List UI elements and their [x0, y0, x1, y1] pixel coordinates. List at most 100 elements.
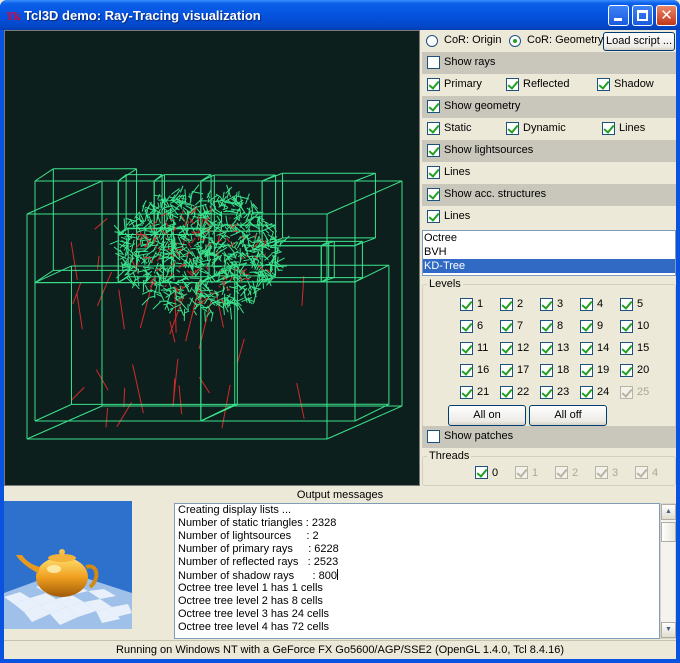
geometry-lines-checkbox[interactable] [602, 122, 615, 135]
level-19-checkbox[interactable] [580, 364, 593, 377]
level-7-checkbox[interactable] [500, 320, 513, 333]
static-geometry-checkbox[interactable] [427, 122, 440, 135]
client-area: CoR: Origin CoR: Geometry Load script ..… [4, 30, 676, 659]
teapot-preview-image [4, 501, 132, 629]
dynamic-geometry-checkbox[interactable] [506, 122, 519, 135]
level-5-checkbox[interactable] [620, 298, 633, 311]
shadow-rays-checkbox[interactable] [597, 78, 610, 91]
show-geometry-label: Show geometry [444, 100, 521, 112]
teapot-preview-graphic [4, 501, 132, 629]
level-3-label: 3 [557, 298, 564, 310]
level-9-label: 9 [597, 320, 604, 332]
level-3-checkbox[interactable] [540, 298, 553, 311]
level-22-checkbox[interactable] [500, 386, 513, 399]
level-24-label: 24 [597, 386, 610, 398]
scroll-down-arrow-icon: ▼ [665, 626, 672, 633]
thread-3-label: 3 [612, 467, 619, 479]
title-bar[interactable]: Tk Tcl3D demo: Ray-Tracing visualization… [0, 0, 680, 30]
cor-origin-label: CoR: Origin [444, 34, 502, 46]
output-line-text: Number of reflected rays : 2523 [178, 556, 339, 568]
reflected-rays-label: Reflected [523, 78, 570, 90]
status-bar: Running on Windows NT with a GeForce FX … [4, 640, 676, 659]
list-item-octree[interactable]: Octree [423, 231, 675, 245]
show-lightsources-checkbox[interactable] [427, 144, 440, 157]
static-geometry-label: Static [444, 122, 472, 134]
level-10-checkbox[interactable] [620, 320, 633, 333]
show-patches-row: Show patches [422, 426, 676, 448]
all-off-button[interactable]: All off [529, 405, 607, 426]
level-13-checkbox[interactable] [540, 342, 553, 355]
app-window: Tk Tcl3D demo: Ray-Tracing visualization… [0, 0, 680, 663]
level-10-label: 10 [637, 320, 650, 332]
maximize-button[interactable] [632, 5, 653, 26]
acc-lines-label: Lines [444, 210, 471, 222]
acc-structure-listbox[interactable]: Octree BVH KD-Tree [422, 230, 676, 276]
show-geometry-row: Show geometry [422, 96, 676, 118]
output-line: Octree tree level 1 has 1 cells [175, 582, 659, 595]
level-23-checkbox[interactable] [540, 386, 553, 399]
level-1-checkbox[interactable] [460, 298, 473, 311]
show-rays-checkbox[interactable] [427, 56, 440, 69]
level-15-checkbox[interactable] [620, 342, 633, 355]
level-16-checkbox[interactable] [460, 364, 473, 377]
scroll-up-button[interactable]: ▲ [661, 504, 676, 520]
level-14-checkbox[interactable] [580, 342, 593, 355]
cor-geometry-label: CoR: Geometry [527, 34, 604, 46]
level-21-checkbox[interactable] [460, 386, 473, 399]
level-12-checkbox[interactable] [500, 342, 513, 355]
show-patches-checkbox[interactable] [427, 430, 440, 443]
output-line: Creating display lists ... [175, 504, 659, 517]
level-17-checkbox[interactable] [500, 364, 513, 377]
thread-0-checkbox[interactable] [475, 466, 488, 479]
level-11-checkbox[interactable] [460, 342, 473, 355]
output-line-text: Octree tree level 4 has 72 cells [178, 621, 330, 633]
level-6-checkbox[interactable] [460, 320, 473, 333]
level-24-checkbox[interactable] [580, 386, 593, 399]
level-7-label: 7 [517, 320, 524, 332]
level-2-checkbox[interactable] [500, 298, 513, 311]
thread-4-label: 4 [652, 467, 659, 479]
output-messages-textarea[interactable]: Creating display lists ... Number of stat… [174, 503, 660, 639]
load-script-button[interactable]: Load script ... [603, 32, 675, 51]
scroll-thumb[interactable] [661, 522, 676, 542]
level-19-label: 19 [597, 364, 610, 376]
thread-2-label: 2 [572, 467, 579, 479]
list-item-bvh[interactable]: BVH [423, 245, 675, 259]
level-8-checkbox[interactable] [540, 320, 553, 333]
output-scrollbar[interactable]: ▲ ▼ [660, 503, 676, 639]
primary-rays-checkbox[interactable] [427, 78, 440, 91]
wireframe-scene [26, 168, 403, 440]
level-18-checkbox[interactable] [540, 364, 553, 377]
show-acc-structures-checkbox[interactable] [427, 188, 440, 201]
control-panel: CoR: Origin CoR: Geometry Load script ..… [422, 30, 676, 486]
close-button[interactable]: ✕ [656, 5, 677, 26]
ray-lines [70, 215, 305, 429]
ray-tracing-3d-viewport[interactable] [4, 30, 420, 486]
primary-rays-label: Primary [444, 78, 482, 90]
scroll-down-button[interactable]: ▼ [661, 622, 676, 638]
level-20-checkbox[interactable] [620, 364, 633, 377]
acc-lines-checkbox[interactable] [427, 210, 440, 223]
all-on-button[interactable]: All on [448, 405, 526, 426]
level-9-checkbox[interactable] [580, 320, 593, 333]
level-4-checkbox[interactable] [580, 298, 593, 311]
output-line: Number of primary rays : 6228 [175, 543, 659, 556]
level-14-label: 14 [597, 342, 610, 354]
show-rays-row: Show rays [422, 52, 676, 74]
cor-geometry-radio[interactable] [509, 35, 521, 47]
reflected-rays-checkbox[interactable] [506, 78, 519, 91]
lightsources-options-row: Lines [422, 162, 676, 184]
show-geometry-checkbox[interactable] [427, 100, 440, 113]
cor-origin-radio[interactable] [426, 35, 438, 47]
level-25-label: 25 [637, 386, 650, 398]
level-21-label: 21 [477, 386, 490, 398]
level-16-label: 16 [477, 364, 490, 376]
minimize-button[interactable] [608, 5, 629, 26]
output-line: Number of reflected rays : 2523 [175, 556, 659, 569]
window-title: Tcl3D demo: Ray-Tracing visualization [24, 8, 261, 23]
rays-options-row: Primary Reflected Shadow [422, 74, 676, 96]
list-item-kd-tree[interactable]: KD-Tree [423, 259, 675, 273]
lightsource-lines-checkbox[interactable] [427, 166, 440, 179]
output-line-text: Number of lightsources : 2 [178, 530, 319, 542]
dynamic-geometry-label: Dynamic [523, 122, 566, 134]
